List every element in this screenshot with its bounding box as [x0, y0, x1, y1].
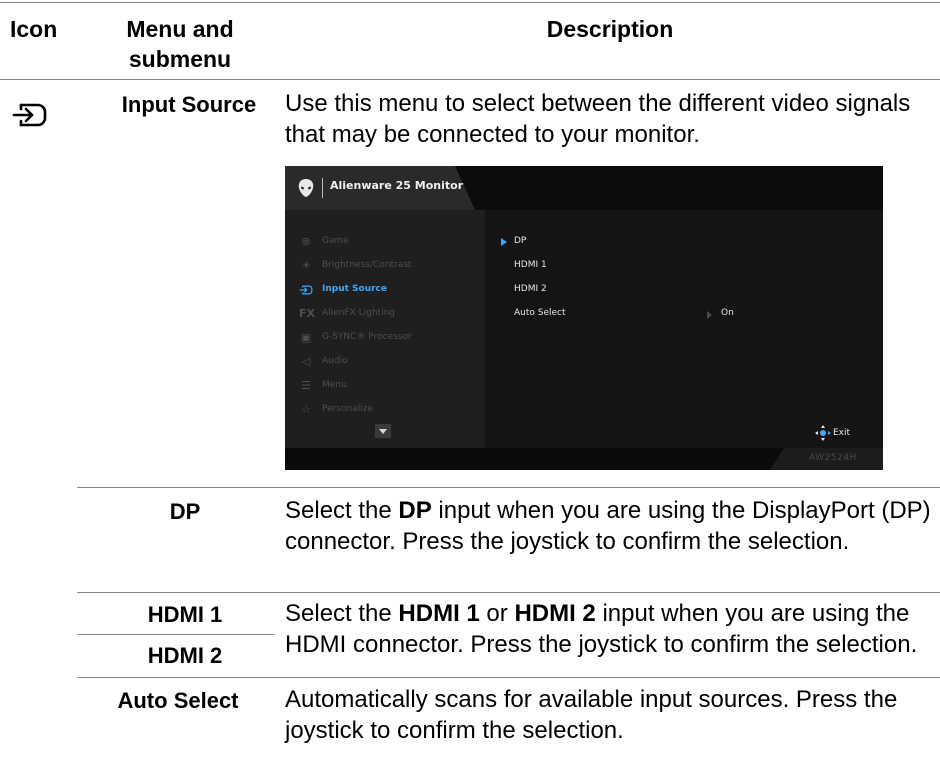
alien-logo-icon [295, 177, 317, 199]
value-arrow-icon [707, 311, 712, 319]
osd-option-hdmi2[interactable]: HDMI 2 [514, 284, 547, 294]
osd-title-separator [322, 178, 323, 198]
osd-title: Alienware 25 Monitor [330, 179, 464, 192]
osd-menu-item-label: Personalize [322, 404, 374, 414]
osd-menu-item-label: Brightness/Contrast [322, 260, 412, 270]
header-menu: Menu and submenu [110, 14, 250, 74]
selection-arrow-icon [501, 238, 507, 246]
menu-label-hdmi1: HDMI 1 [147, 602, 223, 627]
osd-menu-item-label: Game [322, 236, 349, 246]
row-rule-auto-top [77, 677, 940, 678]
header-menu-line1: Menu and [126, 16, 234, 42]
osd-exit-label[interactable]: Exit [833, 428, 850, 438]
osd-option-dp[interactable]: DP [514, 236, 526, 246]
description-dp: Select the DP input when you are using t… [285, 497, 931, 555]
input-source-icon [12, 100, 48, 130]
processor-icon: ▣ [300, 331, 312, 344]
row-rule-hdmi-top [77, 592, 940, 593]
osd-main-menu [285, 210, 485, 448]
row-rule-dp-top [77, 487, 940, 488]
description-auto-select: Automatically scans for available input … [285, 686, 898, 744]
osd-option-auto-select[interactable]: Auto Select [514, 308, 566, 318]
menu-label-input-source: Input Source [121, 92, 257, 117]
osd-auto-select-value: On [721, 308, 734, 318]
header-bottom-rule [0, 79, 940, 80]
speaker-icon: ◁ [301, 355, 311, 368]
scroll-down-button[interactable] [375, 424, 391, 438]
row-rule-hdmi-split [77, 634, 275, 635]
brightness-icon: ☀ [301, 259, 311, 272]
table-top-rule [0, 2, 940, 3]
header-description: Description [546, 16, 674, 42]
description-hdmi: Select the HDMI 1 or HDMI 2 input when y… [285, 600, 918, 658]
osd-model-label: AW2524H [809, 453, 857, 463]
star-icon: ☆ [301, 403, 311, 416]
osd-menu-item-label: AlienFX Lighting [322, 308, 395, 318]
header-menu-line2: submenu [128, 46, 232, 72]
joystick-icon [815, 425, 831, 441]
osd-screenshot: Alienware 25 Monitor ⊗ Game ☀ Brightness… [285, 166, 883, 470]
input-source-icon [299, 283, 313, 297]
osd-menu-item-label: G-SYNC® Processor [322, 332, 412, 342]
osd-menu-item-label: Input Source [322, 284, 387, 294]
fx-icon: FX [299, 307, 315, 320]
menu-label-dp: DP [169, 499, 201, 524]
menu-label-hdmi2: HDMI 2 [147, 643, 223, 668]
osd-menu-item-label: Audio [322, 356, 348, 366]
header-icon: Icon [10, 16, 58, 42]
menu-icon: ☰ [301, 379, 311, 392]
osd-menu-item-label: Menu [322, 380, 347, 390]
osd-submenu-panel [485, 210, 883, 448]
description-input-source: Use this menu to select between the diff… [285, 90, 911, 148]
menu-label-auto-select: Auto Select [117, 688, 239, 713]
osd-option-hdmi1[interactable]: HDMI 1 [514, 260, 547, 270]
gamepad-icon: ⊗ [301, 235, 311, 248]
